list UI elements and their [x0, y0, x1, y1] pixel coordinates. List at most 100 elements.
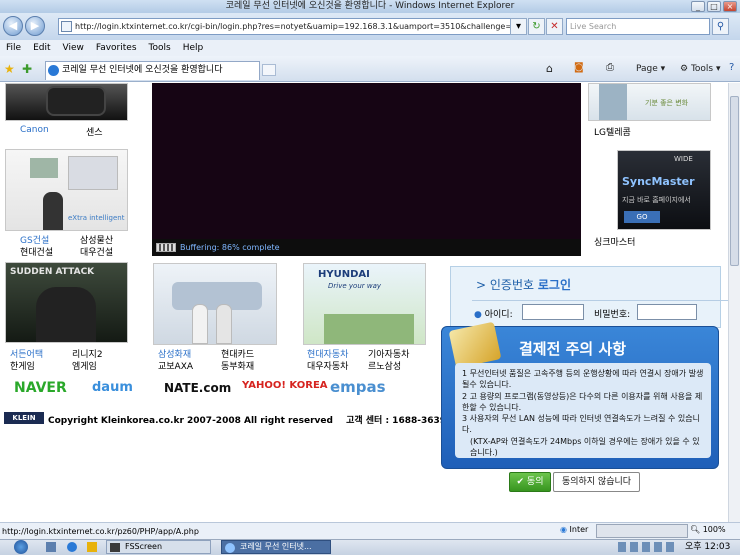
ime-toolbar[interactable]	[596, 524, 688, 538]
menu-file[interactable]: File	[6, 43, 21, 53]
go-button[interactable]: GO	[624, 211, 660, 223]
syncmaster-sub: 지금 바로 홈페이지에서	[622, 196, 691, 204]
ad-dongbu-fire[interactable]: 동부화재	[221, 359, 254, 372]
hyundai-logo: HYUNDAI	[318, 269, 370, 280]
taskbar-fsscreen[interactable]: FSScreen	[106, 540, 211, 554]
address-url: http://login.ktxinternet.co.kr/cgi-bin/l…	[75, 22, 526, 31]
ad-syncmaster[interactable]: 싱크마스터	[594, 235, 635, 248]
menu-view[interactable]: View	[63, 43, 84, 53]
ad-kyobo-axa[interactable]: 교보AXA	[158, 359, 193, 372]
task1-label: FSScreen	[125, 542, 163, 551]
syncmaster-tag: WIDE	[674, 155, 693, 163]
login-title-arrow: >	[476, 278, 487, 292]
login-divider	[472, 300, 732, 301]
video-status: Buffering: 86% complete	[180, 243, 280, 252]
brochure-image	[30, 158, 58, 178]
empas-logo[interactable]: empas	[330, 378, 386, 396]
feeds-icon[interactable]: ◙	[574, 62, 584, 73]
address-dropdown-icon[interactable]: ▾	[510, 18, 527, 35]
globe-icon: ◉	[560, 525, 567, 534]
fsscreen-icon	[110, 543, 120, 552]
person-image	[216, 304, 232, 344]
print-icon[interactable]: ⎙	[606, 62, 614, 73]
person-image	[43, 192, 63, 230]
tray-icons[interactable]	[618, 542, 678, 552]
ad-mgame[interactable]: 엠게임	[72, 359, 97, 372]
add-favorite-icon[interactable]: ✚	[22, 62, 32, 76]
back-button[interactable]: ◀	[3, 16, 23, 36]
tools-menu[interactable]: ⚙ Tools ▾	[680, 64, 721, 74]
naver-logo[interactable]: NAVER	[14, 380, 67, 396]
ad-renault-samsung[interactable]: 르노삼성	[368, 359, 401, 372]
sudden-attack-banner[interactable]: SUDDEN ATTACK	[5, 262, 128, 343]
taskbar-ie-window[interactable]: 코레일 무선 인터넷...	[221, 540, 331, 554]
zone-indicator: ◉ Inter	[560, 525, 588, 534]
menu-edit[interactable]: Edit	[33, 43, 50, 53]
forward-button[interactable]: ▶	[25, 16, 45, 36]
disagree-button[interactable]: 동의하지 않습니다	[553, 472, 640, 492]
clock: 오후 12:03	[685, 542, 731, 552]
menubar: File Edit View Favorites Tools Help	[0, 40, 740, 56]
daum-logo[interactable]: daum	[92, 380, 133, 395]
notice-item-2: 2 고 용량의 프로그램(동영상등)은 다수의 다른 이용자를 위해 사용을 제…	[462, 391, 703, 412]
ad-daewoo-enc[interactable]: 대우건설	[80, 245, 113, 258]
search-icon[interactable]: ⚲	[712, 18, 729, 35]
quicklaunch-folder-icon[interactable]	[87, 542, 97, 552]
task2-label: 코레일 무선 인터넷...	[240, 542, 312, 551]
menu-help[interactable]: Help	[183, 43, 204, 53]
buffer-icon	[156, 243, 176, 252]
stop-icon[interactable]: ✕	[546, 18, 563, 35]
video-status-bar: Buffering: 86% complete	[152, 239, 581, 256]
quicklaunch-ie-icon[interactable]	[67, 542, 77, 552]
ad-hyundai-enc[interactable]: 현대건설	[20, 245, 53, 258]
nate-logo[interactable]: NATE.com	[164, 381, 231, 395]
search-input[interactable]: Live Search	[566, 18, 710, 35]
copyright-text: Copyright Kleinkorea.co.kr 2007-2008 All…	[48, 413, 446, 426]
menu-favorites[interactable]: Favorites	[96, 43, 137, 53]
window-title: 코레일 무선 인터넷에 오신것을 환영합니다 - Windows Interne…	[225, 1, 515, 11]
minimize-button[interactable]: _	[691, 1, 705, 12]
favorites-star-icon[interactable]: ★	[4, 62, 15, 76]
ad-sense[interactable]: 센스	[86, 125, 103, 138]
maximize-button[interactable]: □	[707, 1, 721, 12]
zoom-value: 100%	[702, 525, 726, 534]
canon-banner[interactable]	[5, 83, 128, 121]
close-window-button[interactable]: ×	[723, 1, 737, 12]
ie-icon	[225, 543, 235, 553]
zoom-level[interactable]: 🔍︎ 100%	[690, 525, 726, 534]
quicklaunch-desktop-icon[interactable]	[46, 542, 56, 552]
menu-tools[interactable]: Tools	[149, 43, 171, 53]
yahoo-logo[interactable]: YAHOO! KOREA	[242, 380, 328, 391]
ad-hangame[interactable]: 한게임	[10, 359, 35, 372]
ad-lg-telecom[interactable]: LG텔레콤	[594, 125, 631, 138]
new-tab-button[interactable]	[262, 64, 276, 76]
id-label-text: 아이디:	[484, 310, 513, 320]
zone-label: Inter	[569, 525, 589, 534]
status-url: http://login.ktxinternet.co.kr/pz60/PHP/…	[2, 527, 199, 536]
refresh-icon[interactable]: ↻	[528, 18, 545, 35]
popup-title: 결제전 주의 사항	[519, 340, 627, 358]
samsung-fire-banner[interactable]	[153, 263, 277, 345]
lgt-banner[interactable]: 기분 좋은 변화	[588, 83, 711, 121]
id-input[interactable]	[522, 304, 584, 320]
ad-daewoo-motor[interactable]: 대우자동차	[307, 359, 348, 372]
agree-button[interactable]: ✔ 동의	[509, 472, 551, 492]
scrollbar-thumb[interactable]	[730, 96, 739, 266]
help-icon[interactable]: ?	[729, 62, 734, 73]
hyundai-banner[interactable]: HYUNDAI Drive your way	[303, 263, 426, 345]
pw-label: 비밀번호:	[594, 310, 631, 320]
video-player[interactable]	[152, 83, 581, 256]
tab-current[interactable]: 코레일 무선 인터넷에 오신것을 환영합니다	[45, 61, 260, 80]
ad-canon[interactable]: Canon	[20, 125, 49, 135]
notice-item-3-note: (KTX-AP와 연결속도가 24Mbps 이하일 경우에는 장애가 있을 수 …	[470, 436, 700, 458]
address-bar[interactable]: http://login.ktxinternet.co.kr/cgi-bin/l…	[58, 18, 526, 35]
syncmaster-banner[interactable]: SyncMaster WIDE 지금 바로 홈페이지에서 GO	[617, 150, 711, 230]
family-image	[324, 314, 414, 344]
gs-banner[interactable]: eXtra intelligent	[5, 149, 128, 231]
page-menu[interactable]: Page ▾	[636, 64, 665, 74]
start-button[interactable]	[14, 540, 28, 554]
soldier-image	[36, 287, 96, 342]
password-input[interactable]	[637, 304, 697, 320]
ie-icon	[48, 65, 59, 76]
home-icon[interactable]: ⌂	[546, 62, 553, 75]
